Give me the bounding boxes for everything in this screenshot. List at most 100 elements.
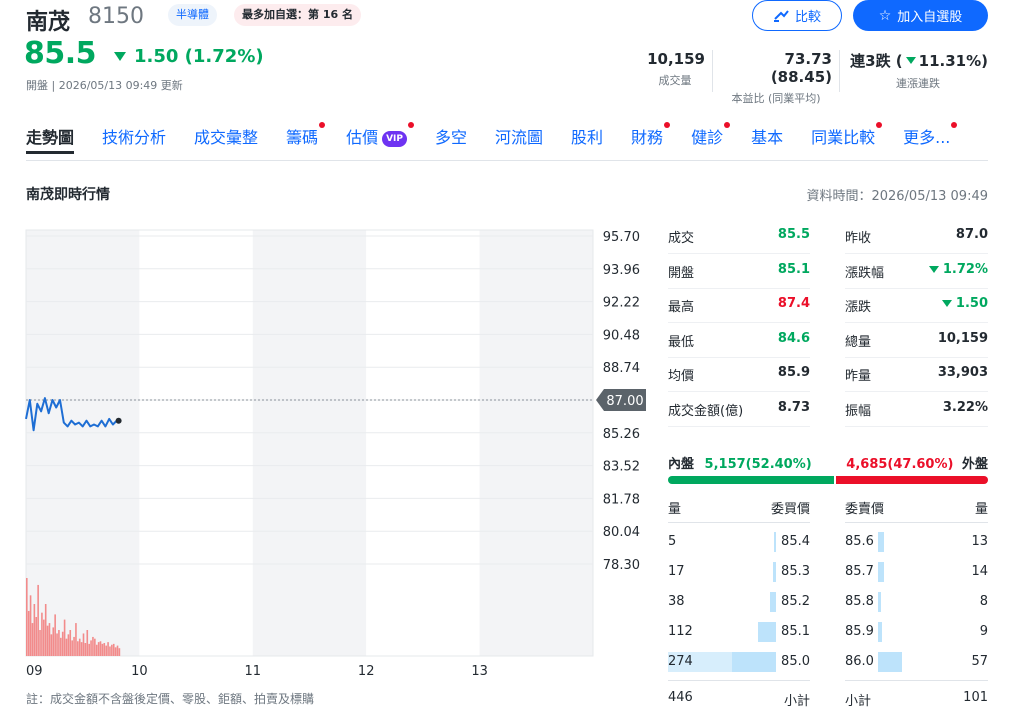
hour-band xyxy=(366,230,480,656)
ask-volume: 8 xyxy=(979,594,988,609)
tab-item[interactable]: 走勢圖 xyxy=(26,120,75,160)
stat-volume-label: 成交量 xyxy=(658,74,692,87)
volume-bar xyxy=(37,584,39,656)
volume-bar xyxy=(67,634,70,656)
tab-item[interactable]: 股利 xyxy=(571,120,603,160)
quote-value-text: 1.50 xyxy=(955,296,988,311)
ask-price[interactable]: 85.6 xyxy=(845,534,874,549)
row-divider xyxy=(845,425,988,427)
row-divider xyxy=(845,253,988,254)
volume-bar xyxy=(48,623,51,656)
volume-bar xyxy=(65,638,68,656)
y-tick-label: 95.70 xyxy=(603,230,640,245)
quote-key: 昨收 xyxy=(845,231,872,246)
ask-depth-bar xyxy=(878,592,882,612)
tab-item[interactable]: 健診 xyxy=(691,120,731,160)
row-divider xyxy=(668,253,810,254)
industry-tag[interactable]: 半導體 xyxy=(168,4,217,26)
y-tick-label: 90.48 xyxy=(603,328,640,343)
tabs-divider xyxy=(26,160,988,161)
volume-bar xyxy=(92,636,94,656)
tab-item[interactable]: 多空 xyxy=(435,120,467,160)
tab-item[interactable]: 財務 xyxy=(631,120,671,160)
y-tick-label: 92.22 xyxy=(603,296,640,311)
ask-subtotal-label: 小計 xyxy=(845,694,872,709)
x-tick-label: 10 xyxy=(131,664,148,679)
volume-bar xyxy=(52,627,55,656)
outer-label: 4,685(47.60%) 外盤 xyxy=(846,453,988,472)
y-tick-label: 78.30 xyxy=(603,558,640,573)
bid-price[interactable]: 85.4 xyxy=(740,534,810,549)
ask-price[interactable]: 86.0 xyxy=(845,654,874,669)
tab-item[interactable]: 河流圖 xyxy=(495,120,543,160)
tab-item[interactable]: 籌碼 xyxy=(286,120,326,160)
quote-key: 開盤 xyxy=(668,265,695,281)
tab-item[interactable]: 估價 VIP xyxy=(346,120,414,160)
add-watchlist-button[interactable]: ☆ 加入自選股 xyxy=(853,0,988,31)
row-divider xyxy=(668,287,810,289)
volume-bar xyxy=(31,623,34,656)
bid-volume: 17 xyxy=(668,564,685,579)
tab-item[interactable]: 成交彙整 xyxy=(194,120,258,160)
bid-volume: 112 xyxy=(668,624,693,639)
tab-label: 技術分析 xyxy=(102,128,167,147)
stat-pe: 73.73 (88.45) 本益比 (同業平均) xyxy=(720,50,832,106)
quote-value-text: 87.0 xyxy=(955,227,988,242)
y-tick-label: 88.74 xyxy=(603,361,640,376)
quote-key: 成交金額(億) xyxy=(668,403,744,419)
ask-price[interactable]: 85.7 xyxy=(845,564,874,579)
row-divider xyxy=(668,680,810,681)
volume-bar xyxy=(63,619,66,656)
y-tick-label: 80.04 xyxy=(603,525,640,540)
row-divider xyxy=(668,522,810,523)
down-arrow-icon xyxy=(941,300,952,307)
row-divider xyxy=(845,522,988,523)
outer-value: 4,685(47.60%) xyxy=(846,457,954,472)
ob-head-ask: 委賣價 xyxy=(845,502,885,517)
tab-item[interactable]: 基本 xyxy=(751,120,783,160)
bid-price[interactable]: 85.0 xyxy=(740,654,810,669)
quote-key: 振幅 xyxy=(845,403,872,419)
compare-button[interactable]: 比較 xyxy=(752,0,842,31)
quote-value: 87.0 xyxy=(900,227,988,242)
volume-bar xyxy=(44,604,47,656)
quote-value-text: 3.22% xyxy=(942,399,988,415)
volume-bar xyxy=(69,630,72,656)
quote-key: 最高 xyxy=(668,300,695,315)
tab-label: 基本 xyxy=(751,128,784,147)
down-arrow-icon xyxy=(928,265,939,273)
volume-bar xyxy=(35,617,38,656)
new-dot-icon xyxy=(664,122,671,128)
ask-price[interactable]: 85.8 xyxy=(845,594,874,609)
vip-badge: VIP xyxy=(382,130,407,147)
volume-bar xyxy=(29,595,32,656)
tab-item[interactable]: 更多... xyxy=(903,120,958,160)
stock-name: 南茂 xyxy=(26,10,71,35)
y-tick-label: 85.26 xyxy=(603,427,640,442)
outer-title: 外盤 xyxy=(961,457,988,472)
watch-rank-tag: 最多加自選：第 16 名 xyxy=(234,4,361,26)
quote-value: 8.73 xyxy=(777,399,810,415)
ask-price[interactable]: 85.9 xyxy=(845,624,874,639)
quote-value: 10,159 xyxy=(900,331,988,346)
bid-subtotal-label: 小計 xyxy=(783,694,810,709)
stock-code: 8150 xyxy=(88,4,144,29)
volume-bar xyxy=(112,643,115,656)
divider xyxy=(839,50,840,92)
ask-volume: 13 xyxy=(971,534,988,549)
inner-ratio-bar xyxy=(668,476,834,484)
volume-bar xyxy=(82,633,85,656)
stat-volume: 10,159 成交量 xyxy=(645,50,705,88)
intraday-chart[interactable]: 95.70 93.96 92.22 90.48 88.74 85.26 83.52 81.78… xyxy=(0,220,650,690)
ask-depth-bar xyxy=(878,652,903,672)
bid-price[interactable]: 85.1 xyxy=(740,624,810,639)
bid-price[interactable]: 85.2 xyxy=(740,594,810,609)
quote-key: 總量 xyxy=(845,334,872,350)
tab-item[interactable]: 同業比較 xyxy=(811,120,883,160)
volume-bar xyxy=(116,645,119,656)
quote-key: 最低 xyxy=(668,334,695,350)
volume-bar xyxy=(26,578,28,656)
divider xyxy=(712,50,713,92)
tab-item[interactable]: 技術分析 xyxy=(102,120,166,160)
bid-price[interactable]: 85.3 xyxy=(740,564,810,579)
